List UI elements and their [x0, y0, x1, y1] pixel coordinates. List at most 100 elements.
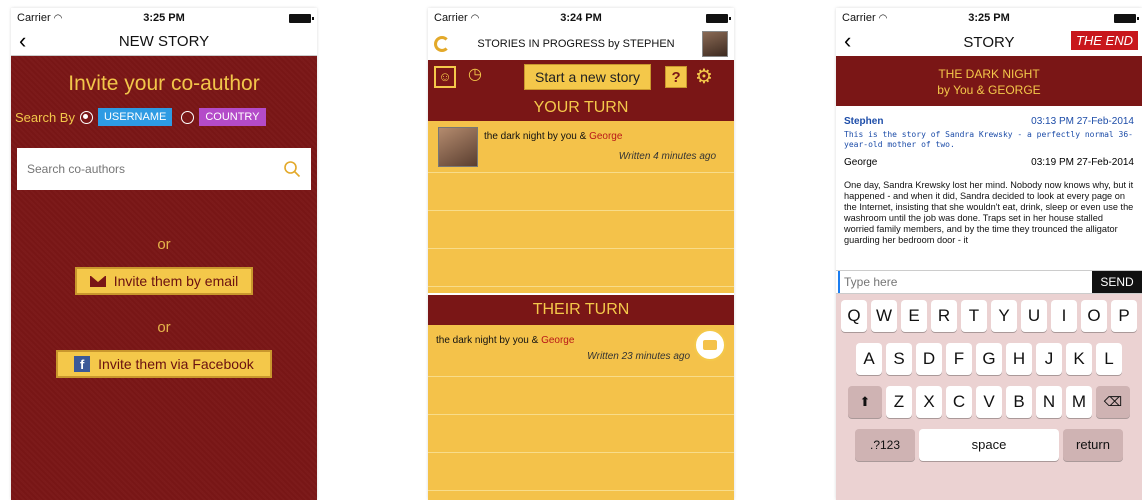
key[interactable]: S — [886, 343, 912, 375]
toolbar: ☺ ◷ Start a new story ? ⚙ — [428, 60, 734, 94]
backspace-key[interactable]: ⌫ — [1096, 386, 1130, 418]
story-screen: Carrier ◠ 3:25 PM ‹ STORY THE END THE DAR… — [836, 8, 1142, 500]
key[interactable]: A — [856, 343, 882, 375]
story-messages[interactable]: Stephen 03:13 PM 27-Feb-2014 This is the… — [836, 106, 1142, 270]
camera-icon[interactable] — [694, 329, 726, 361]
message-header: Stephen 03:13 PM 27-Feb-2014 — [844, 116, 1134, 127]
key[interactable]: J — [1036, 343, 1062, 375]
or-divider: or — [157, 319, 171, 336]
key[interactable]: D — [916, 343, 942, 375]
username-option[interactable]: USERNAME — [97, 108, 173, 126]
facebook-icon: f — [74, 356, 91, 372]
key[interactable]: W — [871, 300, 897, 332]
key[interactable]: V — [976, 386, 1002, 418]
your-turn-header: YOUR TURN — [428, 94, 734, 122]
their-turn-section: THEIR TURN — [428, 295, 734, 325]
keyboard-row-2: A S D F G H J K L — [838, 343, 1140, 375]
or-divider: or — [157, 236, 171, 253]
story-banner: THE DARK NIGHT by You & GEORGE — [836, 56, 1142, 106]
keyboard-row-1: Q W E R T Y U I O P — [838, 300, 1140, 332]
radio-country[interactable] — [181, 110, 195, 124]
invite-facebook-button[interactable]: f Invite them via Facebook — [56, 350, 272, 378]
compose-bar: SEND — [836, 270, 1142, 294]
gear-icon[interactable]: ⚙ — [695, 67, 713, 87]
story-timestamp: Written 23 minutes ago — [587, 351, 690, 362]
clock: 3:24 PM — [560, 12, 602, 24]
key[interactable]: M — [1066, 386, 1092, 418]
key[interactable]: H — [1006, 343, 1032, 375]
key[interactable]: C — [946, 386, 972, 418]
search-by-row: Search By USERNAME COUNTRY — [11, 108, 317, 126]
key[interactable]: Q — [841, 300, 867, 332]
numbers-key[interactable]: .?123 — [855, 429, 915, 461]
radio-username[interactable] — [79, 110, 93, 124]
message-author: George — [844, 157, 878, 168]
invite-email-button[interactable]: Invite them by email — [75, 267, 253, 295]
refresh-icon[interactable] — [434, 36, 450, 52]
key[interactable]: K — [1066, 343, 1092, 375]
friends-icon[interactable]: ☺ — [434, 66, 456, 88]
back-chevron-icon[interactable]: ‹ — [844, 30, 851, 52]
message-input[interactable] — [838, 271, 1092, 293]
story-title: THE DARK NIGHT — [938, 67, 1040, 81]
key[interactable]: F — [946, 343, 972, 375]
battery-icon — [1114, 13, 1139, 23]
list-item[interactable]: the dark night by you & George Written 2… — [428, 325, 734, 377]
key[interactable]: I — [1051, 300, 1077, 332]
search-input[interactable] — [27, 162, 283, 176]
key[interactable]: O — [1081, 300, 1107, 332]
toolbar-area: ☺ ◷ Start a new story ? ⚙ YOUR TURN — [428, 60, 734, 122]
key[interactable]: B — [1006, 386, 1032, 418]
key[interactable]: Y — [991, 300, 1017, 332]
help-button[interactable]: ? — [665, 66, 688, 88]
key[interactable]: T — [961, 300, 987, 332]
invite-panel: Invite your co-author Search By USERNAME… — [11, 56, 317, 500]
story-timestamp: Written 4 minutes ago — [618, 151, 716, 162]
search-by-label: Search By — [15, 109, 75, 125]
space-key[interactable]: space — [919, 429, 1059, 461]
nav-bar: ‹ STORY THE END — [836, 28, 1142, 56]
nav-bar: ‹ NEW STORY — [11, 28, 317, 56]
history-icon[interactable]: ◷ — [464, 66, 486, 88]
message-time: 03:13 PM 27-Feb-2014 — [1031, 116, 1134, 127]
key[interactable]: G — [976, 343, 1002, 375]
key[interactable]: X — [916, 386, 942, 418]
key[interactable]: L — [1096, 343, 1122, 375]
key[interactable]: E — [901, 300, 927, 332]
country-option[interactable]: COUNTRY — [199, 108, 266, 126]
status-bar: Carrier ◠ 3:25 PM — [836, 8, 1142, 28]
status-bar: Carrier ◠ 3:25 PM — [11, 8, 317, 28]
send-button[interactable]: SEND — [1092, 271, 1142, 293]
key[interactable]: R — [931, 300, 957, 332]
key[interactable]: N — [1036, 386, 1062, 418]
key[interactable]: U — [1021, 300, 1047, 332]
keyboard-row-3: ⬆ Z X C V B N M ⌫ — [838, 386, 1140, 418]
list-item[interactable]: the dark night by you & George Written 4… — [428, 121, 734, 173]
clock: 3:25 PM — [143, 12, 185, 24]
message-header: George 03:19 PM 27-Feb-2014 — [844, 157, 1134, 168]
shift-key[interactable]: ⬆ — [848, 386, 882, 418]
search-icon[interactable] — [283, 160, 301, 178]
message-author: Stephen — [844, 116, 884, 127]
start-new-story-button[interactable]: Start a new story — [524, 64, 652, 90]
invite-facebook-label: Invite them via Facebook — [98, 356, 254, 372]
return-key[interactable]: return — [1063, 429, 1123, 461]
search-box — [17, 148, 311, 190]
battery-icon — [706, 13, 731, 23]
back-chevron-icon[interactable]: ‹ — [19, 30, 26, 52]
story-title: the dark night by you & George — [484, 131, 623, 142]
top-bar: STORIES IN PROGRESS by STEPHEN — [428, 28, 734, 60]
invite-email-label: Invite them by email — [113, 273, 239, 289]
your-turn-list: the dark night by you & George Written 4… — [428, 121, 734, 293]
message-time: 03:19 PM 27-Feb-2014 — [1031, 157, 1134, 168]
user-avatar[interactable] — [702, 31, 728, 57]
key[interactable]: Z — [886, 386, 912, 418]
page-title: STORIES IN PROGRESS by STEPHEN — [477, 38, 675, 50]
their-turn-header: THEIR TURN — [428, 295, 734, 325]
the-end-button[interactable]: THE END — [1070, 31, 1138, 50]
key[interactable]: P — [1111, 300, 1137, 332]
story-authors: by You & GEORGE — [937, 83, 1041, 97]
message-text: This is the story of Sandra Krewsky - a … — [844, 130, 1133, 149]
page-title: NEW STORY — [118, 33, 210, 50]
status-bar: Carrier ◠ 3:24 PM — [428, 8, 734, 28]
